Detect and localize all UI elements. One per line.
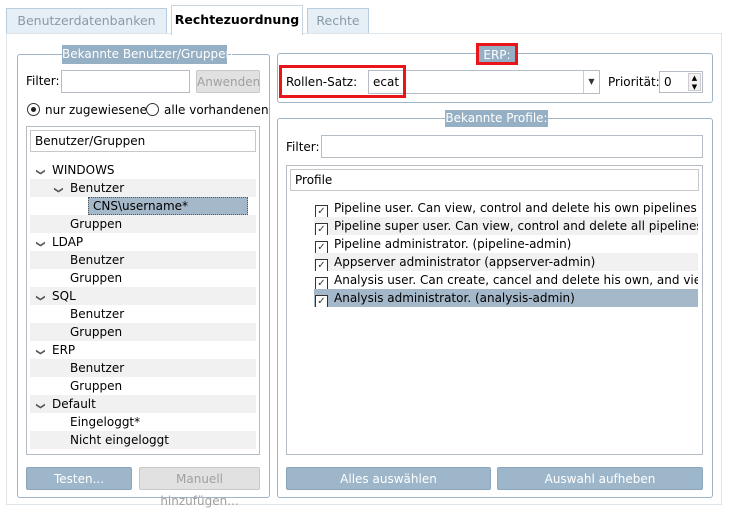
- radio-assigned[interactable]: nur zugewiesene: [27, 103, 147, 117]
- chevron-down-icon[interactable]: ❯: [31, 292, 49, 304]
- radio-all[interactable]: alle vorhandenen: [146, 103, 269, 117]
- tree-item[interactable]: ❯ Default: [30, 395, 256, 413]
- profile-item-label: Appserver administrator (appserver-admin…: [334, 255, 596, 269]
- profile-filter-label: Filter:: [286, 140, 320, 154]
- tree-item[interactable]: ❯ Benutzer: [30, 179, 256, 197]
- known-users-title: Bekannte Benutzer/Gruppen:: [62, 45, 237, 64]
- checkbox-checked-icon[interactable]: ✓: [315, 277, 328, 289]
- tree-item-label: Eingeloggt*: [70, 415, 141, 429]
- checkbox-checked-icon[interactable]: ✓: [315, 223, 328, 235]
- filter-label: Filter:: [26, 74, 60, 88]
- profile-item-label: Analysis administrator. (analysis-admin): [334, 291, 575, 305]
- tree-item-label: Gruppen: [70, 379, 123, 393]
- tree-item[interactable]: Gruppen: [30, 377, 256, 395]
- tree-item[interactable]: Benutzer: [30, 251, 256, 269]
- checkbox-checked-icon[interactable]: ✓: [315, 241, 328, 253]
- checkbox-checked-icon[interactable]: ✓: [315, 259, 328, 271]
- profile-filter-input[interactable]: [321, 135, 703, 158]
- test-button[interactable]: Testen...: [26, 467, 132, 490]
- tree-item-label: Benutzer: [70, 253, 125, 267]
- profile-item-label: Pipeline super user. Can view, control a…: [334, 219, 698, 233]
- apply-button[interactable]: Anwenden: [196, 70, 260, 93]
- profile-header[interactable]: Profile: [290, 169, 699, 191]
- tree-item[interactable]: ❯ SQL: [30, 287, 256, 305]
- tree-item[interactable]: CNS\username*: [30, 197, 256, 215]
- tree-item[interactable]: Benutzer: [30, 305, 256, 323]
- dropdown-arrow-icon[interactable]: ▼: [583, 71, 599, 93]
- tree-item-label: WINDOWS: [52, 163, 115, 177]
- chevron-down-icon[interactable]: ❯: [49, 184, 67, 196]
- tree-item-label: Benutzer: [70, 181, 125, 195]
- tree-item-label: Benutzer: [70, 361, 125, 375]
- checkbox-checked-icon[interactable]: ✓: [315, 295, 328, 307]
- known-profiles-title: Bekannte Profile:: [445, 110, 548, 127]
- profile-list[interactable]: Profile ✓ Pipeline user. Can view, contro…: [286, 165, 703, 455]
- radio-assigned-label: nur zugewiesene: [45, 103, 148, 117]
- spinner-arrows-icon[interactable]: ▲ ▼: [688, 73, 701, 91]
- highlight-box: [476, 43, 518, 65]
- profile-item-label: Pipeline administrator. (pipeline-admin): [334, 237, 572, 251]
- tree-item-label: Default: [52, 397, 96, 411]
- profile-item[interactable]: ✓ Pipeline administrator. (pipeline-admin…: [314, 235, 698, 253]
- user-filter-input[interactable]: [61, 70, 190, 93]
- tree-item-label: Gruppen: [70, 217, 123, 231]
- profile-item-label: Pipeline user. Can view, control and del…: [334, 201, 698, 215]
- priority-spinner[interactable]: 0 ▲ ▼: [659, 71, 703, 93]
- tree-item-label: SQL: [52, 289, 76, 303]
- tree-item-label: CNS\username*: [88, 197, 248, 215]
- tree-item[interactable]: Nicht eingeloggt: [30, 431, 256, 449]
- tree-item[interactable]: Gruppen: [30, 269, 256, 287]
- highlight-box: [279, 65, 406, 98]
- tree-item-label: LDAP: [52, 235, 84, 249]
- user-tree[interactable]: Benutzer/Gruppen ❯ WINDOWS ❯ Benutzer CNS\us…: [26, 126, 260, 455]
- tab-rechtezuordnung[interactable]: Rechtezuordnung: [171, 5, 303, 35]
- tree-item-label: Gruppen: [70, 325, 123, 339]
- profile-item[interactable]: ✓ Pipeline super user. Can view, control …: [314, 217, 698, 235]
- tree-item[interactable]: ❯ WINDOWS: [30, 161, 256, 179]
- tree-item[interactable]: Gruppen: [30, 215, 256, 233]
- tree-item-label: Gruppen: [70, 271, 123, 285]
- tree-item[interactable]: ❯ ERP: [30, 341, 256, 359]
- checkbox-checked-icon[interactable]: ✓: [315, 205, 328, 217]
- chevron-down-icon[interactable]: ❯: [31, 166, 49, 178]
- radio-unchecked-icon: [146, 103, 159, 116]
- tree-header: Benutzer/Gruppen: [30, 130, 256, 152]
- radio-all-label: alle vorhandenen: [164, 103, 269, 117]
- tree-item-label: Benutzer: [70, 307, 125, 321]
- profile-item[interactable]: ✓ Analysis administrator. (analysis-admin…: [314, 289, 698, 307]
- profile-item[interactable]: ✓ Appserver administrator (appserver-admi…: [314, 253, 698, 271]
- tree-item[interactable]: Gruppen: [30, 323, 256, 341]
- profile-item[interactable]: ✓ Analysis user. Can create, cancel and d…: [314, 271, 698, 289]
- select-all-button[interactable]: Alles auswählen: [286, 467, 491, 490]
- tree-item-label: ERP: [52, 343, 76, 357]
- tree-item-label: Nicht eingeloggt: [70, 433, 169, 447]
- tab-benutzerdatenbanken[interactable]: Benutzerdatenbanken: [6, 8, 167, 34]
- profile-item[interactable]: ✓ Pipeline user. Can view, control and de…: [314, 199, 698, 217]
- tree-item[interactable]: Benutzer: [30, 359, 256, 377]
- chevron-down-icon[interactable]: ❯: [31, 400, 49, 412]
- profile-item-label: Analysis user. Can create, cancel and de…: [334, 273, 698, 287]
- manual-add-button[interactable]: Manuell hinzufügen...: [139, 467, 260, 508]
- radio-checked-icon: [27, 103, 40, 116]
- priority-label: Priorität:: [608, 75, 660, 89]
- deselect-all-button[interactable]: Auswahl aufheben: [497, 467, 703, 490]
- tree-item[interactable]: ❯ LDAP: [30, 233, 256, 251]
- tab-rechte[interactable]: Rechte: [307, 8, 369, 34]
- priority-value: 0: [664, 75, 672, 89]
- chevron-down-icon[interactable]: ❯: [31, 346, 49, 358]
- chevron-down-icon[interactable]: ❯: [31, 238, 49, 250]
- tree-item[interactable]: Eingeloggt*: [30, 413, 256, 431]
